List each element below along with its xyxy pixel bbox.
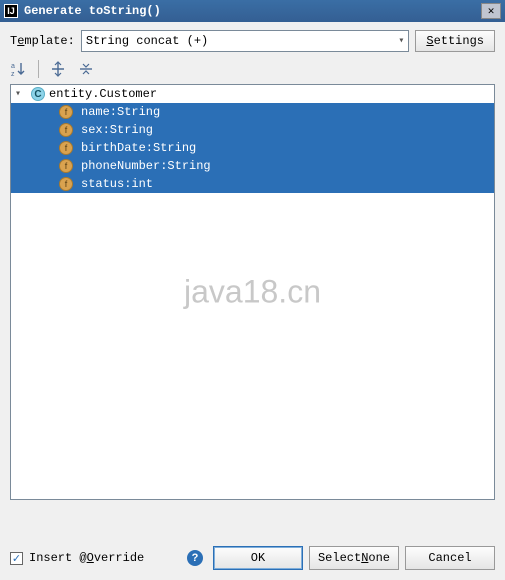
insert-override-checkbox[interactable]: ✓ [10,552,23,565]
cancel-button[interactable]: Cancel [405,546,495,570]
field-row[interactable]: f sex:String [11,121,494,139]
svg-text:z: z [11,71,15,77]
close-button[interactable]: ✕ [481,3,501,19]
field-label: birthDate:String [81,141,196,155]
sort-alpha-button[interactable]: az [10,60,28,78]
field-row[interactable]: f status:int [11,175,494,193]
collapse-all-button[interactable] [77,60,95,78]
chevron-down-icon: ▾ [398,35,404,47]
title-text: Generate toString() [24,4,161,18]
field-row[interactable]: f name:String [11,103,494,121]
field-label: name:String [81,105,160,119]
template-select[interactable]: String concat (+) ▾ [81,30,410,52]
template-value: String concat (+) [86,34,208,48]
root-label: entity.Customer [49,87,157,101]
field-icon: f [59,141,73,155]
app-icon: IJ [4,4,18,18]
expand-all-button[interactable] [49,60,67,78]
field-label: sex:String [81,123,153,137]
field-row[interactable]: f birthDate:String [11,139,494,157]
tree-root-row[interactable]: ▾ C entity.Customer [11,85,494,103]
titlebar: IJ Generate toString() ✕ [0,0,505,22]
watermark-text: java18.cn [184,274,321,311]
field-icon: f [59,177,73,191]
template-label: Template: [10,34,75,48]
field-row[interactable]: f phoneNumber:String [11,157,494,175]
settings-button[interactable]: Settings [415,30,495,52]
field-label: phoneNumber:String [81,159,211,173]
field-label: status:int [81,177,153,191]
separator [38,60,39,78]
field-icon: f [59,159,73,173]
tree-panel[interactable]: ▾ C entity.Customer f name:String f sex:… [10,84,495,500]
expand-arrow-icon[interactable]: ▾ [15,88,27,100]
insert-override-label: Insert @Override [29,551,144,565]
footer-bar: ✓ Insert @Override ? OK Select None Canc… [10,546,495,570]
select-none-button[interactable]: Select None [309,546,399,570]
field-icon: f [59,123,73,137]
toolbar: az [10,60,495,78]
svg-text:a: a [11,63,15,70]
help-icon[interactable]: ? [187,550,203,566]
field-icon: f [59,105,73,119]
class-icon: C [31,87,45,101]
ok-button[interactable]: OK [213,546,303,570]
